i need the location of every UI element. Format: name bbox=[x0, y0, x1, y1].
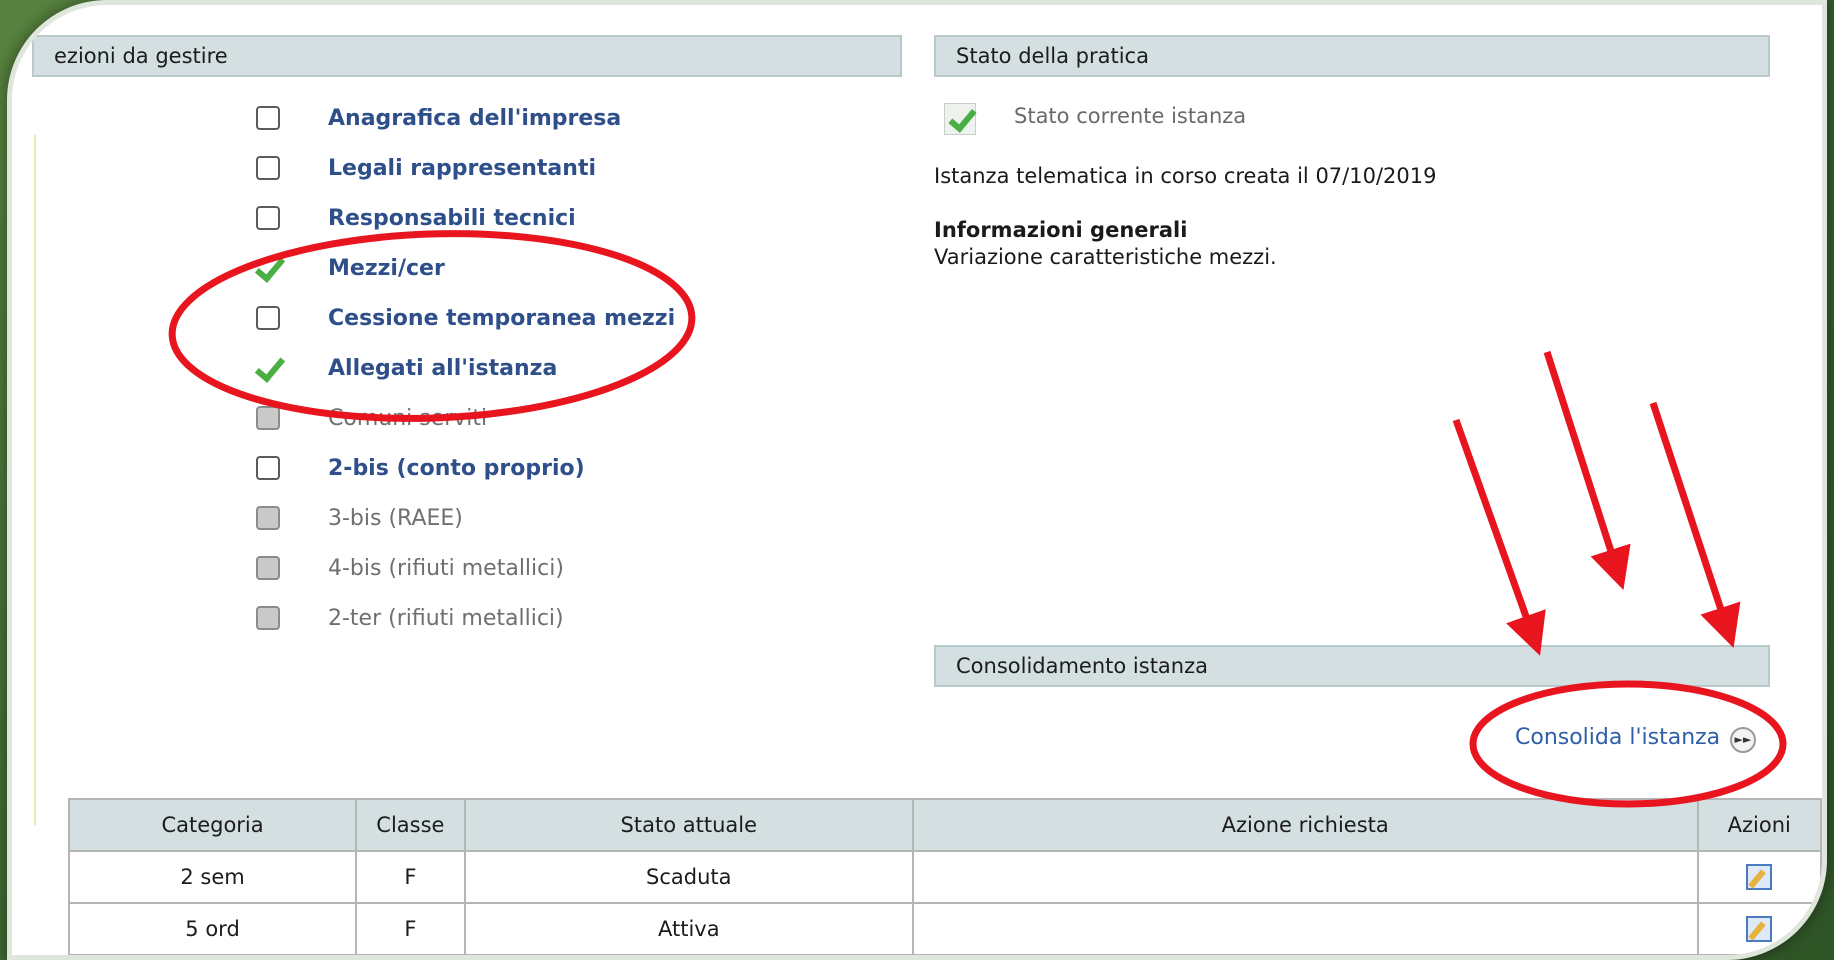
edit-icon[interactable] bbox=[1746, 864, 1773, 890]
section-item-label[interactable]: Anagrafica dell'impresa bbox=[328, 106, 621, 131]
check-icon bbox=[944, 103, 976, 135]
table-cell: Attiva bbox=[463, 902, 914, 955]
check-icon[interactable] bbox=[256, 256, 280, 280]
section-item-label[interactable]: Legali rappresentanti bbox=[328, 156, 596, 181]
checkbox-disabled bbox=[256, 606, 280, 630]
content-left-border bbox=[34, 135, 36, 825]
table-cell bbox=[911, 902, 1699, 955]
status-text: Istanza telematica in corso creata il 07… bbox=[934, 164, 1437, 188]
table-cell: Scaduta bbox=[463, 850, 914, 904]
section-item-label[interactable]: Allegati all'istanza bbox=[328, 356, 557, 381]
section-item-2bis[interactable]: 2-bis (conto proprio) bbox=[256, 448, 585, 488]
checkbox[interactable] bbox=[256, 206, 280, 230]
section-item-label[interactable]: Mezzi/cer bbox=[328, 256, 445, 281]
section-item-legali[interactable]: Legali rappresentanti bbox=[256, 148, 596, 188]
section-item-label[interactable]: 2-bis (conto proprio) bbox=[328, 456, 585, 481]
stato-current-label: Stato corrente istanza bbox=[1014, 104, 1247, 128]
section-item-label: Comuni serviti bbox=[328, 405, 488, 431]
section-item-label: 2-ter (rifiuti metallici) bbox=[328, 605, 564, 631]
info-title: Informazioni generali bbox=[934, 218, 1188, 242]
column-header: Azioni bbox=[1696, 798, 1822, 852]
table-header-row: Categoria Classe Stato attuale Azione ri… bbox=[67, 798, 1822, 852]
section-item-comuni: Comuni serviti bbox=[256, 398, 487, 438]
checkbox[interactable] bbox=[256, 156, 280, 180]
section-item-label: 3-bis (RAEE) bbox=[328, 505, 463, 531]
section-item-anagrafica[interactable]: Anagrafica dell'impresa bbox=[256, 98, 621, 138]
column-header: Azione richiesta bbox=[911, 798, 1699, 852]
categories-table: Categoria Classe Stato attuale Azione ri… bbox=[67, 798, 1822, 955]
section-item-4bis: 4-bis (rifiuti metallici) bbox=[256, 548, 564, 588]
table-actions-cell bbox=[1696, 850, 1822, 904]
section-item-mezzi[interactable]: Mezzi/cer bbox=[256, 248, 445, 288]
play-forward-icon[interactable]: ►► bbox=[1730, 727, 1756, 753]
checkbox-disabled bbox=[256, 406, 280, 430]
edit-icon[interactable] bbox=[1746, 916, 1773, 942]
info-text: Variazione caratteristiche mezzi. bbox=[934, 245, 1277, 269]
table-cell: 5 ord bbox=[67, 902, 358, 955]
section-item-2ter: 2-ter (rifiuti metallici) bbox=[256, 598, 564, 638]
section-item-label[interactable]: Responsabili tecnici bbox=[328, 206, 576, 231]
checkbox-disabled bbox=[256, 556, 280, 580]
sections-header: ezioni da gestire bbox=[32, 35, 902, 77]
section-item-label[interactable]: Cessione temporanea mezzi bbox=[328, 306, 675, 331]
main-panel: ezioni da gestire Anagrafica dell'impres… bbox=[12, 5, 1822, 955]
section-item-3bis: 3-bis (RAEE) bbox=[256, 498, 463, 538]
checkbox[interactable] bbox=[256, 306, 280, 330]
table-cell: 2 sem bbox=[67, 850, 358, 904]
column-header: Classe bbox=[355, 798, 466, 852]
checkbox[interactable] bbox=[256, 106, 280, 130]
table-row: 5 ord F Attiva bbox=[67, 902, 1822, 955]
column-header: Categoria bbox=[67, 798, 358, 852]
table-cell: F bbox=[355, 850, 466, 904]
checkbox[interactable] bbox=[256, 456, 280, 480]
table-actions-cell bbox=[1696, 902, 1822, 955]
section-item-responsabili[interactable]: Responsabili tecnici bbox=[256, 198, 576, 238]
table-cell bbox=[911, 850, 1699, 904]
checkbox-disabled bbox=[256, 506, 280, 530]
section-item-cessione[interactable]: Cessione temporanea mezzi bbox=[256, 298, 675, 338]
check-icon[interactable] bbox=[256, 356, 280, 380]
section-item-label: 4-bis (rifiuti metallici) bbox=[328, 555, 564, 581]
stato-header: Stato della pratica bbox=[934, 35, 1770, 77]
consolidamento-header: Consolidamento istanza bbox=[934, 645, 1770, 687]
section-item-allegati[interactable]: Allegati all'istanza bbox=[256, 348, 557, 388]
consolida-link[interactable]: Consolida l'istanza bbox=[1515, 725, 1720, 750]
table-row: 2 sem F Scaduta bbox=[67, 850, 1822, 904]
table-cell: F bbox=[355, 902, 466, 955]
column-header: Stato attuale bbox=[463, 798, 914, 852]
